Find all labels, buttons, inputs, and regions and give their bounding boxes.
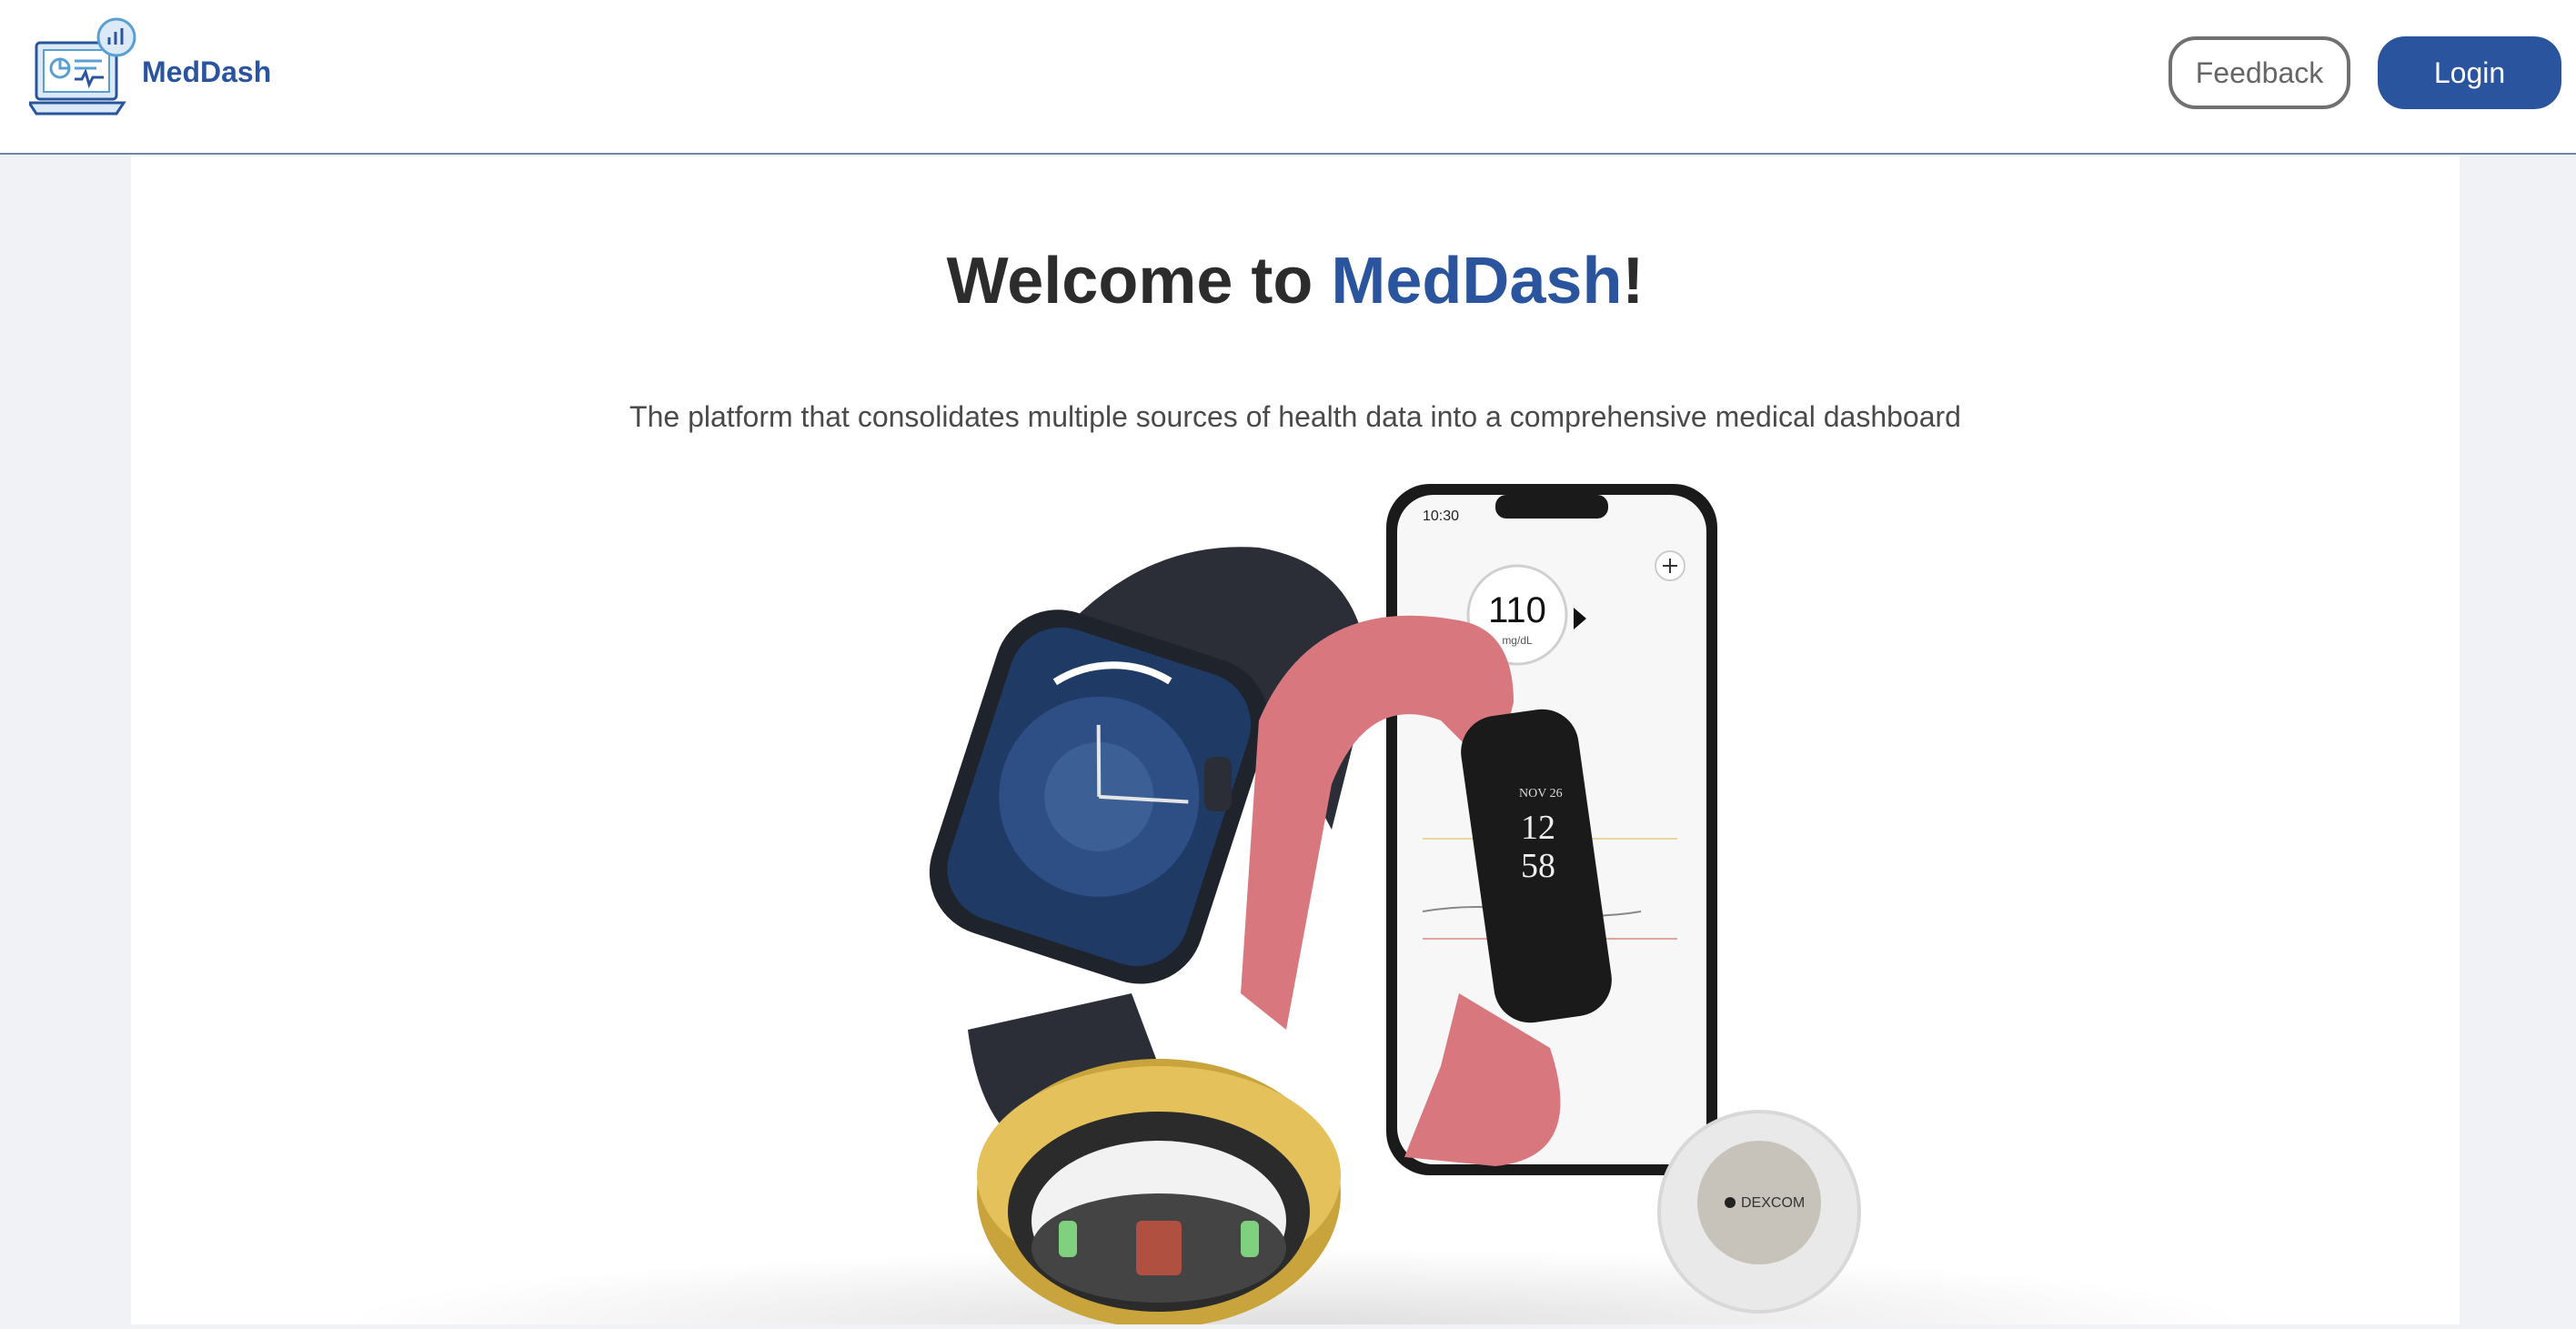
title-prefix: Welcome to	[946, 245, 1332, 317]
smart-ring-device	[977, 1059, 1341, 1328]
page-subtitle: The platform that consolidates multiple …	[629, 400, 1961, 433]
title-accent: MedDash	[1331, 245, 1623, 317]
wearable-devices-illustration: 10:30 110 mg/dL NOV 26 12 58 DEXCOM	[929, 484, 1861, 1328]
hero-devices-image: 10:30 110 mg/dL NOV 26 12 58 DEXCOM	[859, 484, 1932, 1328]
top-navbar: MedDash Feedback Login	[0, 0, 2576, 155]
band-minute: 58	[1521, 847, 1555, 885]
brand-name: MedDash	[142, 55, 272, 88]
laptop-dashboard-icon	[29, 17, 136, 116]
glucose-sensor-device: DEXCOM	[1657, 1110, 1861, 1314]
page-title: Welcome to MedDash!	[131, 244, 2460, 318]
band-date: NOV 26	[1519, 787, 1563, 800]
phone-time: 10:30	[1423, 508, 1459, 524]
main-content: Welcome to MedDash! The platform that co…	[131, 156, 2460, 1328]
login-button[interactable]: Login	[2378, 36, 2561, 109]
sensor-brand: DEXCOM	[1741, 1195, 1805, 1211]
feedback-button[interactable]: Feedback	[2168, 36, 2350, 109]
title-suffix: !	[1622, 245, 1645, 317]
band-hour: 12	[1521, 809, 1555, 847]
phone-reading: 110	[1488, 590, 1546, 630]
phone-unit: mg/dL	[1502, 634, 1533, 647]
brand-logo[interactable]: MedDash	[29, 16, 271, 127]
